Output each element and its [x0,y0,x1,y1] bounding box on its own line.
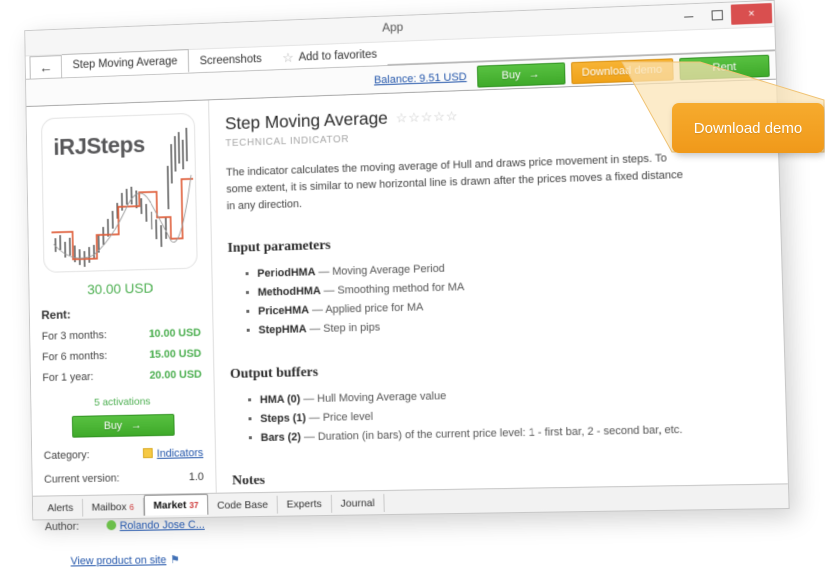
back-arrow-icon[interactable]: ← [29,55,63,79]
buffer-term: Steps (1) [260,411,307,425]
list-item: HMA (0) — Hull Moving Average value [260,380,767,410]
bottom-tab-journal[interactable]: Journal [331,493,385,513]
meta-label: Category: [43,449,90,462]
perspective-layer: App × ← Step Moving Average Screenshots … [0,0,825,575]
param-term: StepHMA [258,323,307,337]
buffer-text: — Hull Moving Average value [300,389,447,406]
download-demo-callout-label: Download demo [693,119,803,137]
buy-button-label: Buy [501,68,521,82]
maximize-button[interactable] [702,4,731,27]
view-product-label[interactable]: View product on site [71,554,167,567]
window-controls: × [674,2,773,28]
minimize-button[interactable] [674,5,703,28]
buffer-term: HMA (0) [259,393,301,406]
meta-row-category: Category: Indicators [44,447,204,462]
rent-label: For 1 year: [42,371,94,385]
bottom-tab-label: Journal [340,497,375,510]
flag-icon: ⚑ [170,554,180,567]
bottom-tab-label: Code Base [216,498,269,512]
rent-heading: Rent: [41,307,71,323]
tab-screenshots[interactable]: Screenshots [188,46,273,73]
close-button[interactable]: × [730,3,773,25]
meta-label: Author: [44,520,80,534]
buy-button[interactable]: Buy → [476,61,566,88]
param-text: — Step in pips [306,321,381,336]
rent-value: 10.00 USD [148,326,202,341]
add-to-favorites-button[interactable]: ☆ Add to favorites [272,42,387,69]
rent-label: For 3 months: [41,329,108,343]
meta-value-wrap: Indicators [143,447,203,460]
bottom-tab-experts[interactable]: Experts [277,494,332,514]
buffer-term: Bars (2) [260,430,302,444]
rent-row: For 6 months: 15.00 USD [42,348,201,364]
bottom-tab-label: Mailbox [91,501,127,514]
meta-value-wrap: Rolando Jose C... [106,519,205,532]
product-description: The indicator calculates the moving aver… [225,152,684,213]
product-logo-text: iRJSteps [53,131,146,160]
balance-link[interactable]: Balance: 9.51 USD [374,71,467,86]
rating-stars-icon[interactable]: ☆☆☆☆☆ [396,108,459,126]
add-to-favorites-label: Add to favorites [298,48,378,64]
page-title: Step Moving Average [224,107,389,134]
list-item: PeriodHMA — Moving Average Period [257,251,763,284]
param-term: MethodHMA [257,285,321,299]
param-term: PriceHMA [257,304,310,318]
meta-row-version: Current version: 1.0 [44,471,204,486]
output-buffers-list: HMA (0) — Hull Moving Average value Step… [230,380,768,448]
bottom-tab-label: Experts [286,498,322,511]
category-link[interactable]: Indicators [157,447,204,460]
bottom-tab-market[interactable]: Market 37 [143,493,209,516]
product-price: 30.00 USD [87,279,154,298]
rent-row: For 1 year: 20.00 USD [42,369,202,384]
buffer-text: — Price level [305,410,374,424]
input-parameters-list: PeriodHMA — Moving Average Period Method… [228,251,765,341]
bottom-tab-label: Market [153,499,187,512]
sidebar-buy-button[interactable]: Buy → [71,413,175,438]
product-logo: iRJSteps [40,112,198,273]
rent-label: For 6 months: [41,350,108,364]
meta-label: Current version: [44,472,120,486]
section-heading-output-buffers: Output buffers [229,364,319,382]
param-text: — Smoothing method for MA [320,281,465,298]
bottom-tab-alerts[interactable]: Alerts [38,498,84,518]
meta-row-author: Author: Rolando Jose C... [45,519,205,533]
rent-button[interactable]: Rent [679,54,770,80]
param-text: — Applied price for MA [308,301,424,317]
author-link[interactable]: Rolando Jose C... [120,519,205,532]
buffer-text: — Duration (in bars) of the current pric… [300,423,683,443]
download-demo-button[interactable]: Download demo [570,57,674,84]
rent-row: For 3 months: 10.00 USD [42,327,201,343]
tab-step-moving-average[interactable]: Step Moving Average [61,49,190,78]
sidebar-buy-label: Buy [103,419,123,433]
download-demo-callout: Download demo [672,103,824,153]
market-badge: 37 [189,499,199,511]
screenshot-stage: App × ← Step Moving Average Screenshots … [0,0,825,575]
rent-value: 20.00 USD [149,368,202,382]
arrow-right-icon: → [130,419,142,432]
rent-value: 15.00 USD [149,347,202,361]
activations-count: 5 activations [93,395,151,409]
param-term: PeriodHMA [257,266,316,280]
bottom-tab-code-base[interactable]: Code Base [208,495,279,515]
view-product-on-site[interactable]: View product on site ⚑ [45,553,205,568]
star-icon: ☆ [282,49,294,65]
app-window: App × ← Step Moving Average Screenshots … [24,0,790,567]
arrow-right-icon: → [528,67,540,81]
mailbox-badge: 6 [129,502,135,513]
bottom-tab-label: Alerts [47,501,74,515]
meta-value: 1.0 [188,470,204,484]
product-sidebar: iRJSteps 30.00 USD Rent: For 3 months: 1… [26,100,217,567]
verified-shield-icon [106,520,116,531]
category-icon [143,448,154,459]
param-text: — Moving Average Period [315,262,445,279]
